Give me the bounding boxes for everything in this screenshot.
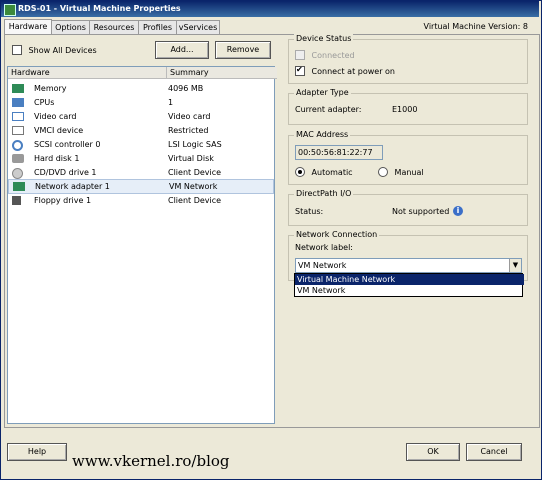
add-button[interactable]: Add... (155, 41, 209, 59)
network-label-selected-value: VM Network (298, 261, 347, 270)
device-summary: Video card (168, 112, 211, 121)
device-row-floppy[interactable]: Floppy drive 1 Client Device (8, 194, 272, 207)
device-name: CD/DVD drive 1 (34, 168, 97, 177)
chevron-down-icon[interactable]: ▼ (509, 259, 521, 272)
directpath-title: DirectPath I/O (294, 189, 354, 198)
radio-circle[interactable] (378, 167, 388, 177)
current-adapter-value: E1000 (392, 105, 418, 114)
device-row-network-adapter[interactable]: Network adapter 1 VM Network (8, 179, 274, 194)
floppy-icon (12, 196, 21, 205)
device-row-cd-dvd[interactable]: CD/DVD drive 1 Client Device (8, 166, 272, 179)
device-summary: VM Network (169, 182, 218, 191)
show-all-devices-label: Show All Devices (28, 45, 97, 55)
directpath-status-label: Status: (295, 207, 324, 216)
watermark-text: www.vkernel.ro/blog (72, 452, 230, 470)
device-status-group: Device Status Connected Connect at power… (288, 34, 528, 84)
window-title: RDS-01 - Virtual Machine Properties (18, 4, 181, 13)
device-summary: Virtual Disk (168, 154, 214, 163)
mac-address-field[interactable]: 00:50:56:81:22:77 (295, 145, 383, 160)
tab-profiles[interactable]: Profiles (138, 20, 177, 34)
device-summary: 4096 MB (168, 84, 204, 93)
tab-hardware[interactable]: Hardware (4, 19, 52, 35)
device-name: Floppy drive 1 (34, 196, 92, 205)
footer-divider (4, 427, 538, 428)
checkbox-box[interactable] (295, 65, 305, 76)
device-status-title: Device Status (294, 34, 354, 43)
cpu-icon (12, 98, 24, 107)
network-adapter-icon (13, 182, 25, 191)
column-header-hardware[interactable]: Hardware (8, 67, 167, 79)
adapter-type-title: Adapter Type (294, 88, 351, 97)
help-button[interactable]: Help (7, 443, 67, 461)
device-name: VMCI device (34, 126, 84, 135)
current-adapter-label: Current adapter: (295, 105, 362, 114)
device-summary: LSI Logic SAS (168, 140, 222, 149)
vm-version-label: Virtual Machine Version: 8 (423, 22, 528, 31)
adapter-type-group: Adapter Type Current adapter: E1000 (288, 88, 528, 125)
column-header-summary[interactable]: Summary (167, 67, 277, 79)
memory-icon (12, 84, 24, 93)
device-summary: Client Device (168, 196, 222, 205)
monitor-icon (12, 112, 24, 121)
manual-label: Manual (394, 167, 424, 177)
ok-button[interactable]: OK (406, 443, 460, 461)
vmci-icon (12, 126, 24, 135)
device-row-video-card[interactable]: Video card Video card (8, 110, 272, 123)
radio-circle[interactable] (295, 167, 305, 177)
network-label-label: Network label: (295, 243, 353, 252)
checkbox-box[interactable] (12, 45, 22, 55)
connected-label: Connected (311, 50, 355, 60)
device-row-cpus[interactable]: CPUs 1 (8, 96, 272, 109)
device-row-vmci[interactable]: VMCI device Restricted (8, 124, 272, 137)
device-name: CPUs (34, 98, 55, 107)
tab-vservices[interactable]: vServices (176, 20, 220, 34)
remove-button[interactable]: Remove (215, 41, 271, 59)
device-row-memory[interactable]: Memory 4096 MB (8, 82, 272, 95)
cancel-button[interactable]: Cancel (466, 443, 522, 461)
info-icon[interactable]: i (453, 206, 463, 216)
connect-at-power-on-label: Connect at power on (311, 66, 395, 76)
network-connection-title: Network Connection (294, 230, 380, 239)
network-label-dropdown: Virtual Machine Network VM Network (294, 273, 524, 297)
checkbox-box[interactable] (295, 50, 305, 60)
automatic-radio[interactable]: Automatic (295, 167, 353, 177)
tab-resources[interactable]: Resources (89, 20, 139, 34)
show-all-devices-checkbox[interactable]: Show All Devices (12, 45, 97, 55)
device-summary: 1 (168, 98, 174, 107)
device-summary: Client Device (168, 168, 222, 177)
scsi-controller-icon (12, 140, 23, 151)
mac-address-group: MAC Address 00:50:56:81:22:77 Automatic … (288, 130, 528, 185)
device-row-hard-disk[interactable]: Hard disk 1 Virtual Disk (8, 152, 272, 165)
directpath-group: DirectPath I/O Status: Not supported i (288, 189, 528, 226)
hardware-list: Hardware Summary Memory 4096 MB CPUs 1 V… (7, 66, 277, 424)
dropdown-option-virtual-machine-network[interactable]: Virtual Machine Network (295, 274, 524, 285)
vm-icon (4, 4, 16, 16)
mac-address-title: MAC Address (294, 130, 351, 139)
connected-checkbox[interactable]: Connected (295, 50, 355, 60)
manual-radio[interactable]: Manual (378, 167, 424, 177)
automatic-label: Automatic (311, 167, 353, 177)
title-bar: RDS-01 - Virtual Machine Properties (1, 1, 539, 17)
device-summary: Restricted (168, 126, 209, 135)
device-name: Video card (34, 112, 77, 121)
directpath-status-value: Not supported (392, 207, 450, 216)
connect-at-power-on-checkbox[interactable]: Connect at power on (295, 65, 395, 76)
cd-dvd-icon (12, 168, 23, 179)
tab-options[interactable]: Options (51, 20, 90, 34)
device-name: Network adapter 1 (35, 182, 110, 191)
network-label-select[interactable]: VM Network ▼ (295, 258, 522, 273)
dropdown-option-vm-network[interactable]: VM Network (295, 285, 524, 296)
hard-disk-icon (12, 154, 24, 163)
device-row-scsi-controller[interactable]: SCSI controller 0 LSI Logic SAS (8, 138, 272, 151)
device-name: Memory (34, 84, 67, 93)
device-name: Hard disk 1 (34, 154, 80, 163)
device-name: SCSI controller 0 (34, 140, 101, 149)
